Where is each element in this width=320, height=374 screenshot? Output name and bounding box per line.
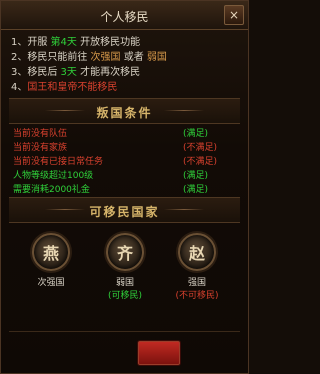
conditions-list: 当前没有队伍 (满足) 当前没有家族 (不满足) 当前没有已接日常任务 (不满足… (13, 127, 235, 197)
footer-divider (9, 331, 240, 332)
condition-label: 当前没有家族 (13, 143, 68, 153)
qi-emblem-icon[interactable]: 齐 (106, 233, 144, 271)
country-name: 次强国 (37, 278, 65, 288)
zhao-emblem-icon[interactable]: 赵 (178, 233, 216, 271)
condition-status: (不满足) (183, 157, 218, 167)
condition-row: 人物等级超过100级 (满足) (13, 169, 235, 183)
rule-row: 4、国王和皇帝不能移民 (11, 82, 118, 93)
yan-emblem-icon[interactable]: 燕 (32, 233, 70, 271)
country-option-qi[interactable]: 齐 弱国 (可移民) (97, 233, 153, 301)
condition-status: (不满足) (183, 143, 218, 153)
condition-label: 人物等级超过100级 (13, 171, 94, 181)
rebel-conditions-header: 叛国条件 (9, 98, 240, 124)
condition-row: 当前没有已接日常任务 (不满足) (13, 155, 235, 169)
rule-row: 2、移民只能前往 次强国 或者 弱国 (11, 52, 167, 63)
condition-status: (满足) (183, 171, 209, 181)
condition-label: 当前没有已接日常任务 (13, 157, 104, 167)
country-status: (可移民) (107, 291, 143, 301)
country-name: 弱国 (115, 278, 134, 288)
rule-row: 3、移民后 3天 才能再次移民 (11, 67, 141, 78)
condition-label: 当前没有队伍 (13, 129, 68, 139)
country-status: (不可移民) (175, 291, 219, 301)
rules-list: 1、开服 第4天 开放移民功能 2、移民只能前往 次强国 或者 弱国 3、移民后… (11, 35, 239, 95)
title-bar: 个人移民 × (1, 1, 248, 30)
header-ornament-right (164, 110, 204, 111)
country-option-zhao[interactable]: 赵 强国 (不可移民) (169, 233, 225, 301)
emigration-panel: 个人移民 × 1、开服 第4天 开放移民功能 2、移民只能前往 次强国 或者 弱… (0, 0, 249, 374)
condition-row: 需要消耗2000礼金 (满足) (13, 183, 235, 197)
countries-title: 可移民国家 (89, 205, 160, 219)
rebel-conditions-title: 叛国条件 (96, 106, 153, 120)
close-icon: × (228, 8, 240, 22)
country-option-yan[interactable]: 燕 次强国 (23, 233, 79, 288)
condition-status: (满足) (183, 185, 209, 195)
countries-header: 可移民国家 (9, 197, 240, 223)
rule-row: 1、开服 第4天 开放移民功能 (11, 37, 141, 48)
condition-row: 当前没有队伍 (满足) (13, 127, 235, 141)
condition-row: 当前没有家族 (不满足) (13, 141, 235, 155)
header-ornament-right (164, 209, 204, 210)
condition-status: (满足) (183, 129, 209, 139)
panel-title: 个人移民 (100, 10, 149, 24)
condition-label: 需要消耗2000礼金 (13, 185, 90, 195)
confirm-emigrate-button[interactable] (138, 341, 180, 365)
country-name: 强国 (187, 278, 206, 288)
close-button[interactable]: × (224, 5, 244, 25)
